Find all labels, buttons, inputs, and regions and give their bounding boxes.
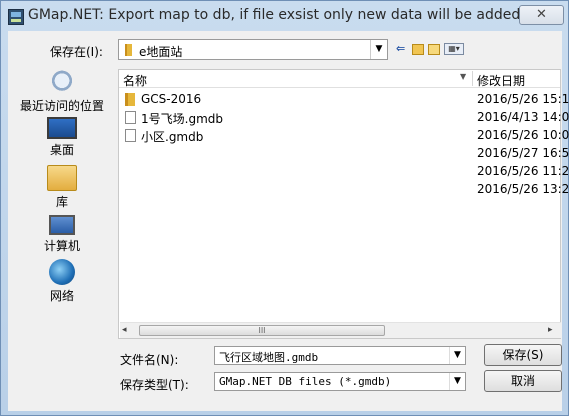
chevron-down-icon[interactable]: ▼ [449,373,465,390]
place-library[interactable]: 库 [8,165,116,210]
library-icon [47,165,77,191]
place-label: 库 [55,195,68,209]
place-label: 网络 [49,289,74,303]
modified-date: 2016/5/27 16:59 [477,146,569,160]
column-header: 名称 ▼ 修改日期 [119,70,560,88]
back-arrow-icon[interactable]: ⇐ [396,42,405,58]
save-in-current-folder: ⁠e地面站 [139,45,183,59]
chevron-down-icon[interactable]: ▼ [449,347,465,364]
modified-date: 2016/5/26 15:12 [477,92,569,106]
filename-label: 文件名(N): [120,353,179,367]
new-folder-icon[interactable] [428,44,440,55]
column-name-header[interactable]: 名称 [123,72,147,89]
column-divider[interactable] [472,71,473,86]
file-icon [125,129,136,142]
folder-icon [125,44,132,56]
filetype-value: GMap.NET DB files (*.gmdb) [219,375,392,388]
column-date-header[interactable]: 修改日期 [477,72,525,89]
place-label: 桌面 [49,143,74,157]
place-network[interactable]: 网络 [8,259,116,304]
save-in-dropdown[interactable]: ⁠e地面站 ▼ [118,39,388,60]
gmap-app-icon [8,9,24,25]
folder-icon [125,93,135,106]
modified-date: 2016/4/13 14:02 [477,110,569,124]
horizontal-scrollbar[interactable]: ◂ III ▸ [120,322,561,338]
save-in-label: 保存在(I): [50,45,103,59]
close-button[interactable]: ✕ [519,5,564,25]
filetype-label: 保存类型(T): [120,378,189,392]
view-menu-icon[interactable]: ▦▾ [444,43,464,55]
cancel-button[interactable]: 取消 [484,370,562,392]
scroll-right-icon[interactable]: ▸ [548,325,553,335]
chevron-down-icon[interactable]: ▼ [370,40,387,59]
title-bar[interactable]: GMap.NET: Export map to db, if file exsi… [1,1,568,31]
file-name: 1号飞场.gmdb [141,112,223,126]
place-recent[interactable]: 最近访问的位置 [8,69,116,114]
recent-places-icon [47,69,77,95]
filetype-select[interactable]: GMap.NET DB files (*.gmdb) ▼ [214,372,466,391]
network-icon [49,259,75,285]
save-dialog-window: GMap.NET: Export map to db, if file exsi… [0,0,569,416]
filename-input[interactable]: 飞行区域地图.gmdb ▼ [214,346,466,365]
modified-date: 2016/5/26 11:20 [477,164,569,178]
place-label: 计算机 [43,239,80,253]
scrollbar-thumb[interactable]: III [139,325,385,336]
place-label: 最近访问的位置 [19,99,104,113]
scroll-left-icon[interactable]: ◂ [122,325,127,335]
modified-date: 2016/5/26 10:04 [477,128,569,142]
file-name: 小区.gmdb [141,130,204,144]
desktop-icon [47,117,77,139]
save-button[interactable]: 保存(S) [484,344,562,366]
places-bar: 最近访问的位置 桌面 库 计算机 网络 [8,69,116,339]
up-folder-icon[interactable] [412,44,424,55]
sort-arrow-icon[interactable]: ▼ [460,72,466,81]
file-icon [125,111,136,124]
computer-icon [49,215,75,235]
file-name: GCS-2016 [141,92,202,106]
place-desktop[interactable]: 桌面 [8,117,116,158]
filename-value[interactable]: 飞行区域地图.gmdb [219,349,318,365]
file-list[interactable]: 名称 ▼ 修改日期 GCS-2016 1号飞场.gmdb 小区.gmdb 201… [118,69,569,339]
modified-date: 2016/5/26 13:23 [477,182,569,196]
window-title: GMap.NET: Export map to db, if file exsi… [28,7,521,23]
dialog-client-area: 保存在(I): ⁠e地面站 ▼ ⇐ ▦▾ 最近访问的位置 桌面 库 [8,31,569,411]
place-computer[interactable]: 计算机 [8,215,116,254]
